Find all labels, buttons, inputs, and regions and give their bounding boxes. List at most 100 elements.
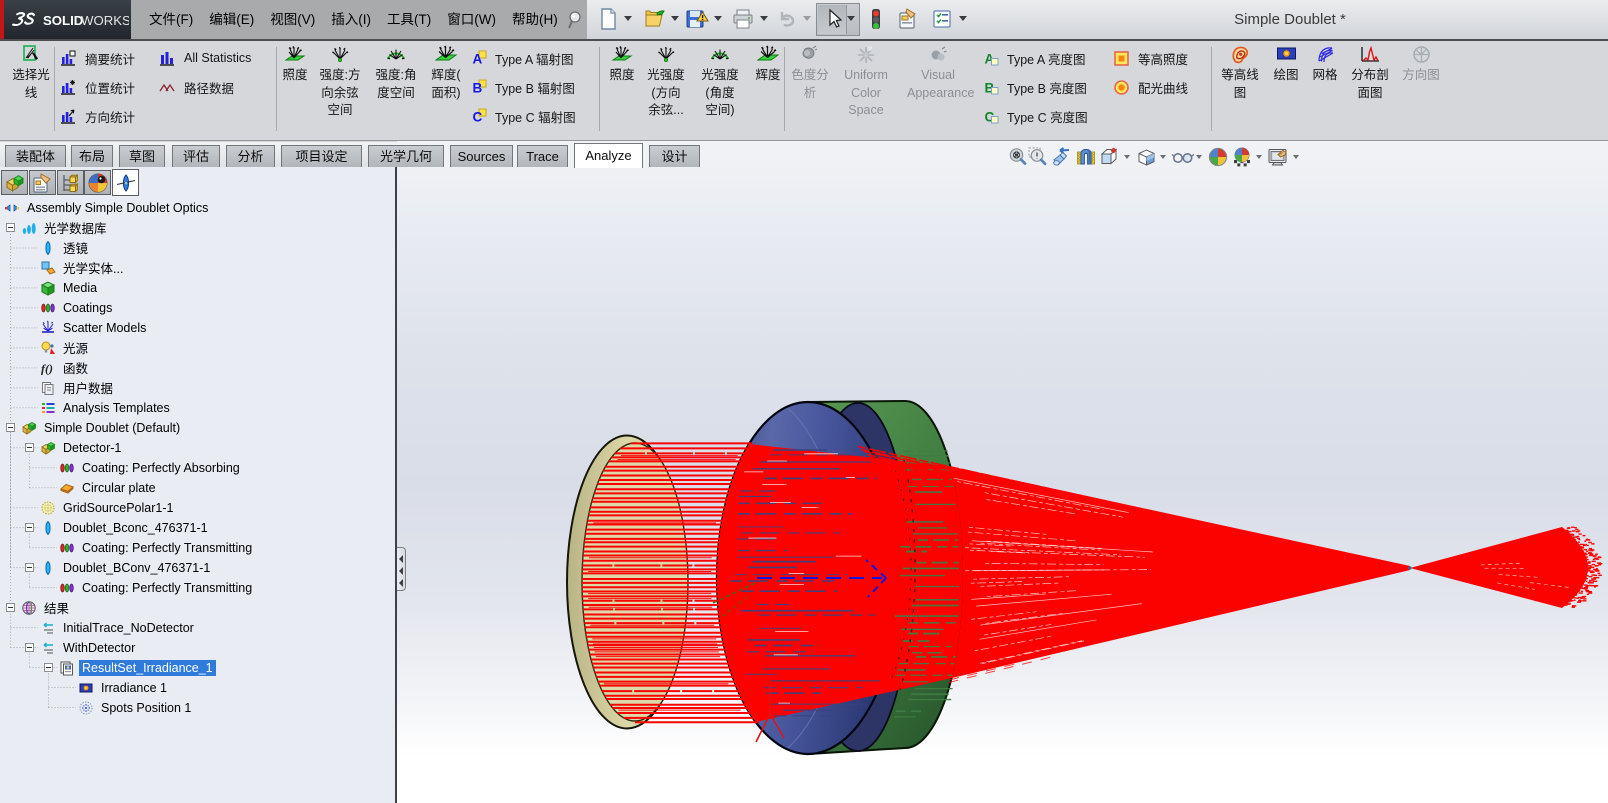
tab-布局[interactable]: 布局 bbox=[71, 145, 113, 167]
tree-item[interactable]: InitialTrace_NoDetector bbox=[40, 618, 197, 638]
tree-item[interactable]: 透镜 bbox=[40, 238, 91, 258]
tree-item[interactable]: Analysis Templates bbox=[40, 398, 173, 418]
ribbon-button-iso-illum[interactable]: 等高照度 bbox=[1113, 48, 1188, 68]
tree-item[interactable]: Spots Position 1 bbox=[78, 698, 194, 718]
tree-expander[interactable] bbox=[6, 223, 15, 232]
tree-expander[interactable] bbox=[6, 423, 15, 432]
tree-item[interactable]: Doublet_Bconc_476371-1 bbox=[40, 518, 211, 538]
ribbon-button-stat-direction[interactable]: 方向统计 bbox=[60, 106, 135, 126]
view-orientation-icon[interactable] bbox=[1099, 147, 1119, 167]
select-cursor-dropdown[interactable] bbox=[847, 16, 855, 21]
previous-view-icon[interactable] bbox=[1052, 147, 1072, 167]
ribbon-button-type-a-lum[interactable]: AType A 亮度图 bbox=[982, 48, 1086, 68]
ribbon-button-int-rays[interactable]: 光强度 (方向 余弦... bbox=[635, 45, 697, 120]
edit-properties-button[interactable] bbox=[896, 7, 920, 31]
menu-item-5[interactable]: 窗口(W) bbox=[439, 0, 504, 39]
tab-装配体[interactable]: 装配体 bbox=[5, 145, 66, 167]
tree-item[interactable]: Media bbox=[40, 278, 100, 298]
hide-show-items-icon[interactable] bbox=[1171, 147, 1191, 167]
apply-scene-icon[interactable] bbox=[1232, 147, 1252, 167]
tree-item[interactable]: 用户数据 bbox=[40, 378, 116, 398]
apply-scene-dropdown[interactable] bbox=[1256, 155, 1262, 159]
tree-item[interactable]: Assembly Simple Doublet Optics bbox=[4, 198, 211, 218]
tab-Sources[interactable]: Sources bbox=[450, 145, 513, 167]
tab-Analyze[interactable]: Analyze bbox=[574, 143, 643, 168]
tree-item[interactable]: 光学数据库 bbox=[21, 218, 110, 238]
tree-expander[interactable] bbox=[25, 563, 34, 572]
panel-tab-feature-manager[interactable] bbox=[1, 170, 28, 195]
ribbon-button-path-data[interactable]: 路径数据 bbox=[159, 77, 234, 97]
tree-item[interactable]: Coating: Perfectly Absorbing bbox=[59, 458, 243, 478]
tree-expander[interactable] bbox=[25, 643, 34, 652]
tab-草图[interactable]: 草图 bbox=[119, 145, 165, 167]
new-document-dropdown[interactable] bbox=[624, 16, 632, 21]
save-dropdown[interactable] bbox=[714, 16, 722, 21]
open-dropdown[interactable] bbox=[671, 16, 679, 21]
ribbon-button-int-rays[interactable]: 强度:方 向余弦 空间 bbox=[309, 45, 371, 120]
tree-expander[interactable] bbox=[25, 523, 34, 532]
tree-item[interactable]: Detector-1 bbox=[40, 438, 124, 458]
panel-splitter[interactable] bbox=[397, 547, 406, 591]
hide-show-items-dropdown[interactable] bbox=[1196, 155, 1202, 159]
tree-item[interactable]: 光源 bbox=[40, 338, 91, 358]
ribbon-button-int-curve[interactable]: 配光曲线 bbox=[1113, 77, 1188, 97]
menu-item-0[interactable]: 文件(F) bbox=[141, 0, 201, 39]
ribbon-button-type-c-rad[interactable]: CType C 辐射图 bbox=[470, 106, 576, 126]
ribbon-button-type-a-rad[interactable]: AType A 辐射图 bbox=[470, 48, 574, 68]
menu-item-2[interactable]: 视图(V) bbox=[262, 0, 323, 39]
traffic-light-button[interactable] bbox=[864, 7, 888, 31]
tree-item[interactable]: Doublet_BConv_476371-1 bbox=[40, 558, 213, 578]
tree-item[interactable]: 结果 bbox=[21, 598, 72, 618]
tree-expander[interactable] bbox=[25, 443, 34, 452]
display-style-icon[interactable] bbox=[1136, 147, 1156, 167]
options-list-button[interactable] bbox=[930, 7, 954, 31]
print-dropdown[interactable] bbox=[760, 16, 768, 21]
ribbon-button-stat-position[interactable]: 位置统计 bbox=[60, 77, 135, 97]
zoom-area-icon[interactable] bbox=[1028, 147, 1048, 167]
display-style-dropdown[interactable] bbox=[1160, 155, 1166, 159]
options-list-dropdown[interactable] bbox=[959, 16, 967, 21]
zoom-fit-icon[interactable] bbox=[1008, 147, 1028, 167]
ribbon-button-select-rays[interactable]: 选择光 线 bbox=[0, 45, 62, 102]
panel-tab-optics-manager[interactable] bbox=[112, 169, 139, 196]
ribbon-button-type-b-lum[interactable]: BType B 亮度图 bbox=[982, 77, 1087, 97]
view-settings-icon[interactable] bbox=[1267, 147, 1287, 167]
tree-item[interactable]: Scatter Models bbox=[40, 318, 149, 338]
panel-tab-configuration-manager[interactable] bbox=[57, 170, 84, 195]
view-orientation-dropdown[interactable] bbox=[1124, 155, 1130, 159]
tree-item[interactable]: WithDetector bbox=[40, 638, 138, 658]
search-pushpin-icon[interactable] bbox=[564, 9, 586, 31]
tab-光学几何[interactable]: 光学几何 bbox=[368, 145, 444, 167]
ribbon-button-type-b-rad[interactable]: BType B 辐射图 bbox=[470, 77, 575, 97]
tree-item[interactable]: Circular plate bbox=[59, 478, 159, 498]
tree-expander[interactable] bbox=[44, 663, 53, 672]
tab-Trace[interactable]: Trace bbox=[517, 145, 568, 167]
menu-item-3[interactable]: 插入(I) bbox=[323, 0, 379, 39]
tree-item[interactable]: GridSourcePolar1-1 bbox=[40, 498, 176, 518]
tree-item[interactable]: Irradiance 1 bbox=[78, 678, 170, 698]
tree-item[interactable]: f()函数 bbox=[40, 358, 91, 378]
menu-item-1[interactable]: 编辑(E) bbox=[201, 0, 262, 39]
panel-tab-display-manager[interactable] bbox=[84, 170, 111, 195]
tree-item[interactable]: 光学实体... bbox=[40, 258, 126, 278]
tree-expander[interactable] bbox=[6, 603, 15, 612]
tab-评估[interactable]: 评估 bbox=[172, 145, 220, 167]
tree-item[interactable]: Coating: Perfectly Transmitting bbox=[59, 578, 255, 598]
ribbon-button-type-c-lum[interactable]: CType C 亮度图 bbox=[982, 106, 1088, 126]
open-button[interactable] bbox=[643, 7, 667, 31]
print-button[interactable] bbox=[731, 7, 755, 31]
tree-item[interactable]: Coating: Perfectly Transmitting bbox=[59, 538, 255, 558]
tab-分析[interactable]: 分析 bbox=[226, 145, 275, 167]
edit-appearance-icon[interactable] bbox=[1208, 147, 1228, 167]
tree-item[interactable]: ResultSet_Irradiance_1 bbox=[59, 658, 216, 678]
tree-item[interactable]: Coatings bbox=[40, 298, 115, 318]
ribbon-button-stat-summary[interactable]: 摘要统计 bbox=[60, 48, 135, 68]
menu-item-4[interactable]: 工具(T) bbox=[379, 0, 439, 39]
ribbon-button-stat-all[interactable]: All Statistics bbox=[159, 48, 251, 68]
section-view-icon[interactable] bbox=[1076, 147, 1096, 167]
tree-item[interactable]: Simple Doublet (Default) bbox=[21, 418, 183, 438]
graphics-viewport[interactable] bbox=[397, 141, 1608, 803]
new-document-button[interactable] bbox=[596, 7, 620, 31]
tab-项目设定[interactable]: 项目设定 bbox=[281, 145, 362, 167]
panel-tab-property-manager[interactable] bbox=[29, 170, 56, 195]
